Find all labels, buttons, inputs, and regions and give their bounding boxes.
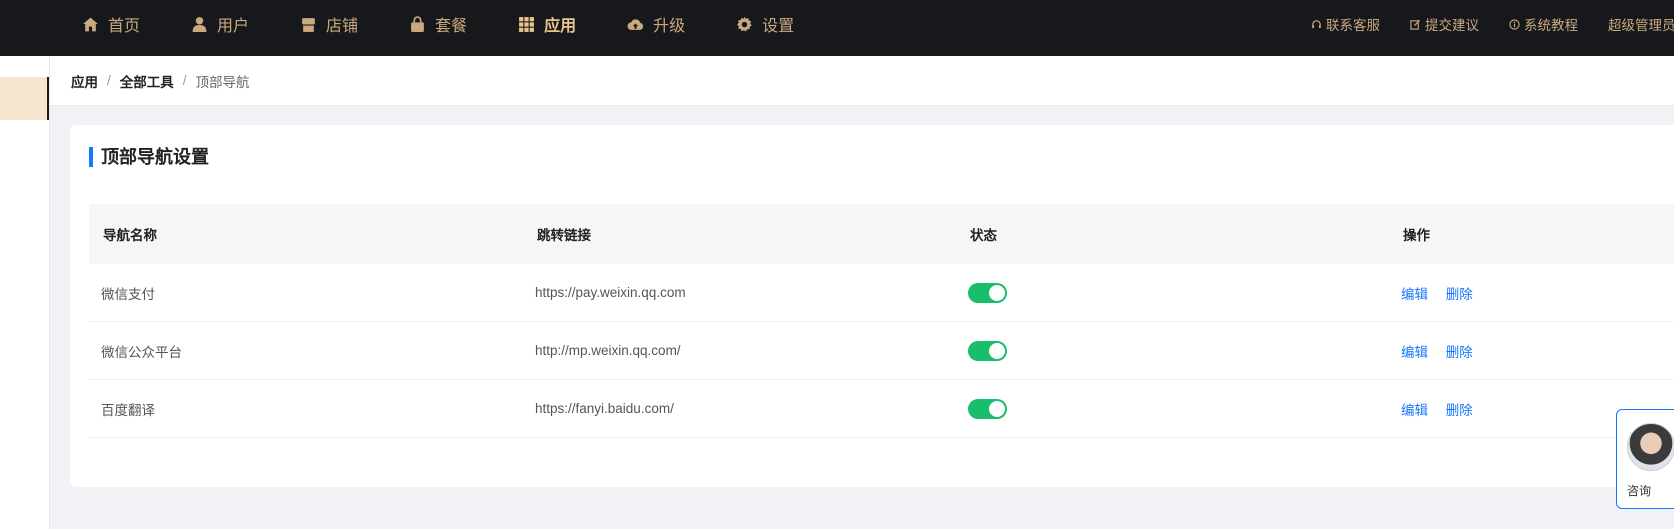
- tutorial-link[interactable]: 系统教程: [1509, 14, 1578, 34]
- breadcrumb-item-current: 顶部导航: [195, 74, 250, 90]
- info-icon: [1509, 18, 1520, 30]
- nav-item-label: 设置: [762, 18, 795, 35]
- nav-item-apps[interactable]: 应用: [518, 12, 576, 36]
- breadcrumb-separator: /: [182, 73, 187, 88]
- status-cell: [956, 398, 1389, 419]
- status-toggle[interactable]: [968, 282, 1007, 303]
- delete-button[interactable]: 删除: [1446, 403, 1473, 418]
- table-row: 微信支付 https://pay.weixin.qq.com 编辑 删除: [89, 264, 1674, 322]
- nav-link-cell: http://mp.weixin.qq.com/: [535, 343, 681, 358]
- column-header-link: 跳转链接: [537, 228, 591, 243]
- nav-item-packages[interactable]: 套餐: [409, 12, 467, 36]
- breadcrumb-item-all-tools[interactable]: 全部工具: [120, 71, 174, 91]
- toggle-knob: [989, 284, 1005, 301]
- nav-item-label: 应用: [544, 18, 577, 35]
- nav-item-users[interactable]: 用户: [191, 12, 249, 36]
- store-icon: [302, 17, 315, 32]
- column-header-name: 导航名称: [103, 228, 157, 243]
- delete-button[interactable]: 删除: [1446, 287, 1473, 302]
- consult-label: 咨询: [1627, 484, 1652, 498]
- top-links: 联系客服 提交建议 系统教程 超级管理员: [1311, 0, 1674, 48]
- nav-item-home[interactable]: 首页: [82, 12, 140, 36]
- cloud-upload-icon: [627, 18, 644, 30]
- edit-button[interactable]: 编辑: [1401, 287, 1428, 302]
- toplink-label: 提交建议: [1425, 18, 1479, 33]
- table-row: 微信公众平台 http://mp.weixin.qq.com/ 编辑 删除: [89, 322, 1674, 380]
- toplink-label: 系统教程: [1524, 18, 1578, 33]
- breadcrumb: 应用 / 全部工具 / 顶部导航: [50, 56, 1674, 106]
- toggle-knob: [989, 342, 1005, 359]
- side-rail-active-item[interactable]: [0, 77, 49, 120]
- nav-item-stores[interactable]: 店铺: [300, 12, 358, 36]
- nav-item-label: 首页: [108, 18, 141, 35]
- nav-name-cell: 百度翻译: [101, 402, 155, 418]
- status-cell: [956, 340, 1389, 361]
- edit-button[interactable]: 编辑: [1401, 345, 1428, 360]
- nav-item-label: 用户: [217, 18, 250, 35]
- settings-card: 顶部导航设置 导航名称 跳转链接 状态 操作 微信支付 https://pay.…: [70, 125, 1674, 487]
- consult-widget[interactable]: 咨询: [1616, 409, 1674, 509]
- toplink-label: 联系客服: [1326, 18, 1380, 33]
- grid-icon: [519, 16, 534, 32]
- nav-name-cell: 微信支付: [101, 286, 155, 302]
- column-header-actions: 操作: [1403, 228, 1430, 243]
- nav-item-label: 套餐: [435, 18, 468, 35]
- submit-feedback-link[interactable]: 提交建议: [1410, 14, 1479, 34]
- column-header-status: 状态: [970, 228, 997, 243]
- status-cell: [956, 282, 1389, 303]
- toplink-label: 超级管理员: [1608, 18, 1674, 33]
- contact-support-link[interactable]: 联系客服: [1311, 14, 1380, 34]
- home-icon: [83, 17, 98, 31]
- top-navbar: 首页 用户 店铺 套餐 应用 升级 设置 联系客服 提交建议 系统教程 超级管理…: [0, 0, 1674, 56]
- nav-table: 导航名称 跳转链接 状态 操作 微信支付 https://pay.weixin.…: [89, 204, 1674, 438]
- headset-icon: [1312, 19, 1321, 28]
- table-row: 百度翻译 https://fanyi.baidu.com/ 编辑 删除: [89, 380, 1674, 438]
- edit-button[interactable]: 编辑: [1401, 403, 1428, 418]
- status-toggle[interactable]: [968, 340, 1007, 361]
- actions-cell: 编辑 删除: [1389, 341, 1674, 361]
- nav-link-cell: https://fanyi.baidu.com/: [535, 401, 674, 416]
- delete-button[interactable]: 删除: [1446, 345, 1473, 360]
- bag-icon: [411, 15, 424, 32]
- table-header: 导航名称 跳转链接 状态 操作: [89, 204, 1674, 264]
- nav-item-upgrade[interactable]: 升级: [627, 12, 685, 36]
- actions-cell: 编辑 删除: [1389, 283, 1674, 303]
- nav-item-label: 店铺: [326, 18, 359, 35]
- avatar: [1627, 423, 1674, 471]
- side-rail: [0, 56, 50, 529]
- nav-item-settings[interactable]: 设置: [736, 12, 794, 36]
- edit-icon: [1410, 19, 1421, 30]
- user-icon: [192, 16, 207, 32]
- nav-name-cell: 微信公众平台: [101, 344, 182, 360]
- main-nav: 首页 用户 店铺 套餐 应用 升级 设置: [82, 0, 845, 48]
- breadcrumb-separator: /: [107, 73, 111, 88]
- nav-item-label: 升级: [653, 18, 686, 35]
- status-toggle[interactable]: [968, 398, 1007, 419]
- nav-link-cell: https://pay.weixin.qq.com: [535, 285, 686, 300]
- toggle-knob: [989, 400, 1005, 417]
- breadcrumb-item-apps[interactable]: 应用: [71, 71, 98, 91]
- gear-icon: [737, 16, 752, 31]
- page-title: 顶部导航设置: [89, 147, 209, 167]
- admin-user-menu[interactable]: 超级管理员: [1608, 14, 1674, 34]
